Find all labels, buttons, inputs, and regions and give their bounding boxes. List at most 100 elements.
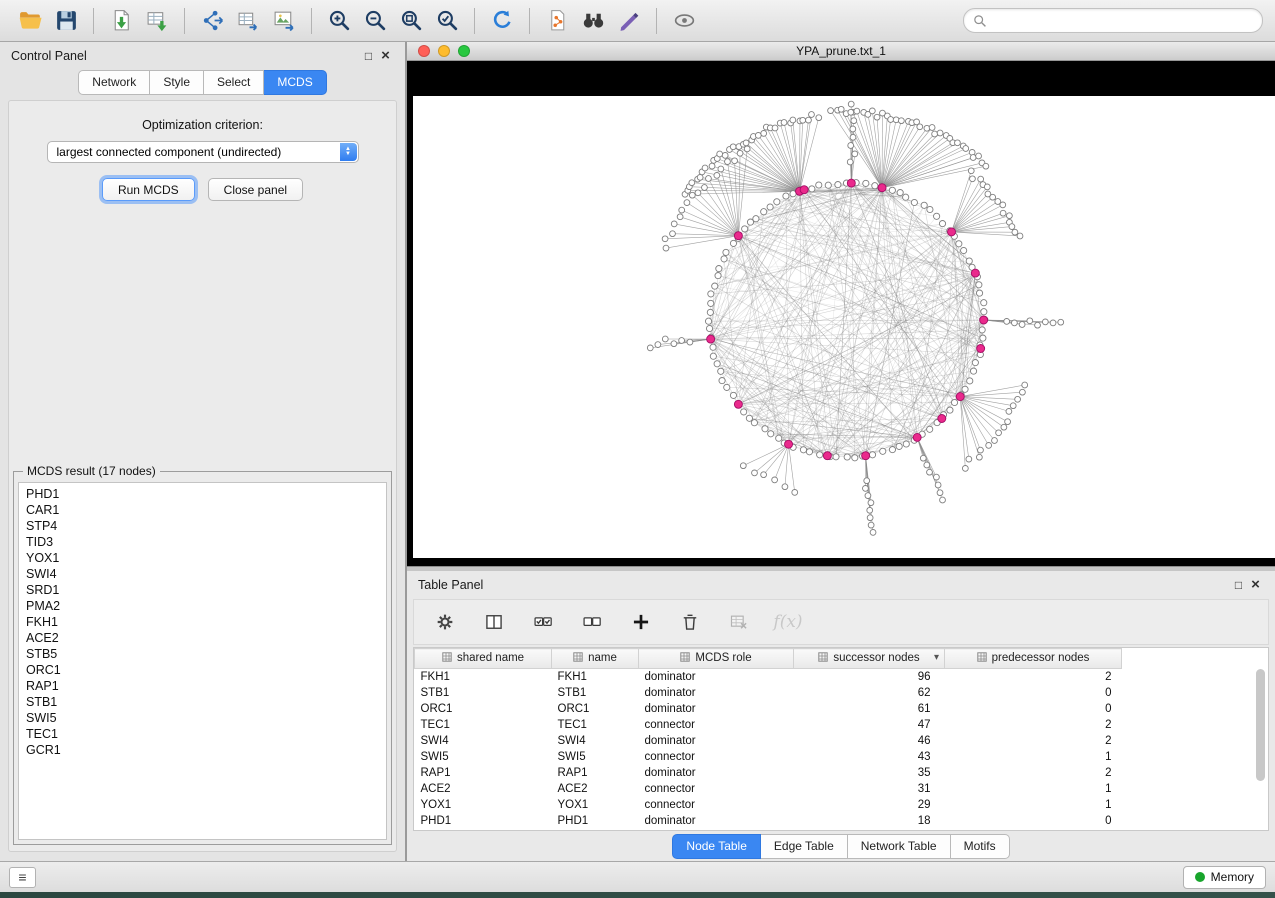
table-cell[interactable]: PHD1 — [415, 813, 552, 829]
table-cell[interactable]: dominator — [639, 813, 794, 829]
open-file-button[interactable] — [12, 4, 48, 38]
column-header-predecessor-nodes[interactable]: predecessor nodes — [945, 649, 1122, 669]
table-cell[interactable]: connector — [639, 749, 794, 765]
table-cell[interactable]: 0 — [945, 685, 1122, 701]
column-header-successor-nodes[interactable]: successor nodes▾ — [794, 649, 945, 669]
delete-columns-button[interactable] — [677, 609, 703, 635]
show-columns-button[interactable] — [481, 609, 507, 635]
table-row[interactable]: SWI5SWI5connector431 — [415, 749, 1122, 765]
column-header-MCDS-role[interactable]: MCDS role — [639, 649, 794, 669]
mcds-node-item[interactable]: PHD1 — [19, 486, 386, 502]
mcds-node-item[interactable]: SWI4 — [19, 566, 386, 582]
maximize-traffic-light-icon[interactable] — [458, 45, 470, 57]
table-cell[interactable]: 35 — [794, 765, 945, 781]
table-cell[interactable]: YOX1 — [415, 797, 552, 813]
network-canvas[interactable] — [413, 96, 1275, 558]
table-cell[interactable]: connector — [639, 781, 794, 797]
table-cell[interactable]: dominator — [639, 685, 794, 701]
table-cell[interactable]: 2 — [945, 669, 1122, 686]
sort-descending-icon[interactable]: ▾ — [934, 652, 939, 663]
tab-edge-table[interactable]: Edge Table — [761, 834, 848, 859]
table-cell[interactable]: 46 — [794, 733, 945, 749]
deselect-all-rows-button[interactable] — [579, 609, 605, 635]
table-cell[interactable]: 2 — [945, 733, 1122, 749]
table-row[interactable]: PHD1PHD1dominator180 — [415, 813, 1122, 829]
table-cell[interactable]: TEC1 — [552, 717, 639, 733]
tab-node-table[interactable]: Node Table — [672, 834, 761, 859]
network-nodes[interactable] — [647, 101, 1063, 535]
tab-mcds[interactable]: MCDS — [264, 70, 326, 95]
table-row[interactable]: FKH1FKH1dominator962 — [415, 669, 1122, 686]
memory-button[interactable]: Memory — [1183, 866, 1266, 889]
mcds-node-item[interactable]: ORC1 — [19, 662, 386, 678]
table-cell[interactable]: dominator — [639, 733, 794, 749]
mcds-node-item[interactable]: RAP1 — [19, 678, 386, 694]
close-panel-icon[interactable]: × — [377, 49, 394, 63]
table-cell[interactable]: 0 — [945, 701, 1122, 717]
table-cell[interactable]: connector — [639, 717, 794, 733]
export-image-button[interactable] — [266, 4, 302, 38]
tab-style[interactable]: Style — [150, 70, 204, 95]
table-cell[interactable]: 1 — [945, 749, 1122, 765]
zoom-in-button[interactable] — [321, 4, 357, 38]
table-mode-gear-button[interactable] — [432, 609, 458, 635]
export-network-button[interactable] — [194, 4, 230, 38]
tab-select[interactable]: Select — [204, 70, 264, 95]
column-header-shared-name[interactable]: shared name — [415, 649, 552, 669]
table-cell[interactable]: dominator — [639, 701, 794, 717]
search-box[interactable] — [963, 8, 1263, 33]
table-cell[interactable]: SWI5 — [415, 749, 552, 765]
close-panel-button[interactable]: Close panel — [208, 178, 303, 201]
mcds-node-item[interactable]: FKH1 — [19, 614, 386, 630]
save-session-button[interactable] — [48, 4, 84, 38]
table-cell[interactable]: RAP1 — [552, 765, 639, 781]
table-cell[interactable]: ACE2 — [552, 781, 639, 797]
table-cell[interactable]: connector — [639, 797, 794, 813]
table-cell[interactable]: 61 — [794, 701, 945, 717]
table-cell[interactable]: 2 — [945, 765, 1122, 781]
float-table-panel-icon[interactable]: □ — [1230, 578, 1247, 592]
zoom-selected-button[interactable] — [429, 4, 465, 38]
table-cell[interactable]: dominator — [639, 669, 794, 686]
tab-network-table[interactable]: Network Table — [848, 834, 951, 859]
table-row[interactable]: SWI4SWI4dominator462 — [415, 733, 1122, 749]
table-row[interactable]: TEC1TEC1connector472 — [415, 717, 1122, 733]
table-cell[interactable]: SWI4 — [415, 733, 552, 749]
table-cell[interactable]: 1 — [945, 797, 1122, 813]
table-cell[interactable]: STB1 — [415, 685, 552, 701]
create-column-button[interactable] — [628, 609, 654, 635]
table-cell[interactable]: 31 — [794, 781, 945, 797]
select-all-rows-button[interactable] — [530, 609, 556, 635]
mcds-node-item[interactable]: STB5 — [19, 646, 386, 662]
import-table-file-button[interactable] — [139, 4, 175, 38]
mcds-node-item[interactable]: STP4 — [19, 518, 386, 534]
mcds-node-item[interactable]: GCR1 — [19, 742, 386, 758]
table-cell[interactable]: STB1 — [552, 685, 639, 701]
table-cell[interactable]: TEC1 — [415, 717, 552, 733]
mcds-node-item[interactable]: SRD1 — [19, 582, 386, 598]
table-cell[interactable]: FKH1 — [552, 669, 639, 686]
table-row[interactable]: ORC1ORC1dominator610 — [415, 701, 1122, 717]
table-row[interactable]: YOX1YOX1connector291 — [415, 797, 1122, 813]
table-cell[interactable]: FKH1 — [415, 669, 552, 686]
table-cell[interactable]: YOX1 — [552, 797, 639, 813]
table-cell[interactable]: 18 — [794, 813, 945, 829]
table-row[interactable]: ACE2ACE2connector311 — [415, 781, 1122, 797]
tab-motifs[interactable]: Motifs — [951, 834, 1010, 859]
search-input[interactable] — [992, 13, 1253, 29]
first-neighbors-button[interactable] — [575, 4, 611, 38]
share-document-button[interactable] — [539, 4, 575, 38]
table-cell[interactable]: 1 — [945, 781, 1122, 797]
table-cell[interactable]: RAP1 — [415, 765, 552, 781]
table-cell[interactable]: 47 — [794, 717, 945, 733]
table-cell[interactable]: ORC1 — [415, 701, 552, 717]
table-cell[interactable]: 62 — [794, 685, 945, 701]
mcds-node-item[interactable]: STB1 — [19, 694, 386, 710]
mcds-node-item[interactable]: SWI5 — [19, 710, 386, 726]
mcds-node-item[interactable]: TEC1 — [19, 726, 386, 742]
table-cell[interactable]: PHD1 — [552, 813, 639, 829]
table-cell[interactable]: ORC1 — [552, 701, 639, 717]
mcds-node-item[interactable]: PMA2 — [19, 598, 386, 614]
table-row[interactable]: RAP1RAP1dominator352 — [415, 765, 1122, 781]
tab-network[interactable]: Network — [78, 70, 150, 95]
